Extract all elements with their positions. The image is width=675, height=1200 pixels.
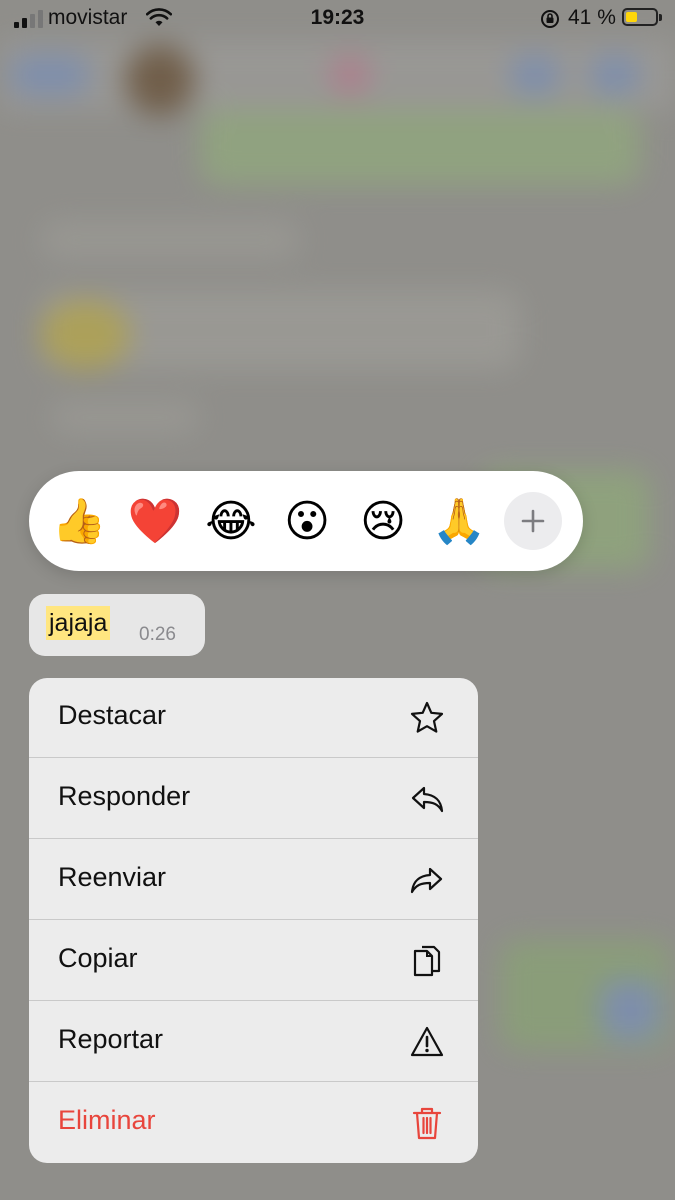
thumbs-up-emoji[interactable]: 👍 (51, 494, 107, 548)
folded-hands-emoji[interactable]: 🙏 (431, 494, 487, 548)
add-reaction-button[interactable] (504, 492, 562, 550)
reply-icon (411, 786, 444, 813)
menu-item-label: Reenviar (58, 862, 167, 892)
star-icon (410, 701, 444, 733)
message-text: jajaja (46, 606, 111, 640)
menu-item-reenviar[interactable]: Reenviar (29, 840, 478, 920)
red-heart-emoji[interactable]: ❤️ (127, 494, 183, 548)
menu-item-label: Responder (58, 781, 191, 811)
warning-icon (410, 1026, 444, 1057)
menu-item-label: Destacar (58, 700, 167, 730)
menu-item-reportar[interactable]: Reportar (29, 1002, 478, 1082)
menu-item-eliminar[interactable]: Eliminar (29, 1083, 478, 1163)
menu-item-label: Copiar (58, 943, 138, 973)
tears-of-joy-emoji[interactable]: 😂 (203, 494, 259, 548)
message-time: 0:26 (139, 624, 176, 645)
message-bubble[interactable]: jajaja 0:26 (29, 594, 205, 656)
reaction-bar: 🙏 😢 😮 😂 ❤️ 👍 (29, 471, 583, 571)
menu-item-destacar[interactable]: Destacar (29, 678, 478, 758)
crying-face-emoji[interactable]: 😢 (355, 494, 411, 548)
forward-icon (410, 867, 443, 894)
battery-icon (622, 8, 662, 26)
message-context-menu: Destacar Responder Reenviar Copiar Repor… (29, 678, 478, 1163)
menu-item-label: Eliminar (58, 1105, 156, 1135)
trash-icon (412, 1107, 442, 1140)
menu-item-copiar[interactable]: Copiar (29, 921, 478, 1001)
battery-percent: 41 % (568, 6, 616, 29)
copy-icon (413, 945, 441, 977)
surprised-face-emoji[interactable]: 😮 (279, 494, 335, 548)
orientation-lock-icon (539, 8, 561, 36)
menu-item-label: Reportar (58, 1024, 164, 1054)
menu-item-responder[interactable]: Responder (29, 759, 478, 839)
status-bar: movistar 19:23 41 % (0, 0, 675, 38)
plus-icon (521, 509, 545, 533)
